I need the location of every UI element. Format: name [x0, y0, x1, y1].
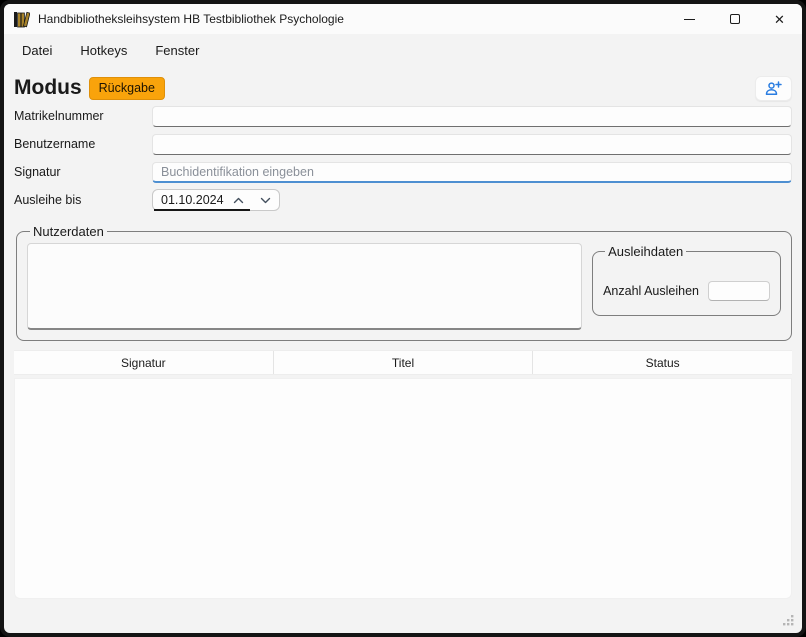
benutzername-label: Benutzername	[14, 137, 152, 151]
window-controls: ✕	[667, 4, 802, 34]
spin-down-button[interactable]	[252, 190, 279, 210]
form-row-signatur: Signatur	[14, 158, 792, 186]
maximize-button[interactable]	[712, 4, 757, 34]
nutzerdaten-content: Ausleihdaten Anzahl Ausleihen	[27, 243, 783, 330]
anzahl-row: Anzahl Ausleihen	[603, 281, 770, 301]
menu-item-fenster[interactable]: Fenster	[155, 43, 199, 58]
mode-badge[interactable]: Rückgabe	[89, 77, 165, 100]
signatur-label: Signatur	[14, 165, 152, 179]
benutzername-input[interactable]	[152, 134, 792, 155]
library-books-icon	[13, 11, 30, 28]
table-header: Signatur Titel Status	[14, 350, 792, 375]
ausleihdaten-groupbox: Ausleihdaten Anzahl Ausleihen	[592, 244, 781, 316]
main-content: Modus Rückgabe Matrikelnummer Benutzerna…	[4, 66, 802, 633]
minimize-button[interactable]	[667, 4, 712, 34]
maximize-icon	[730, 14, 740, 24]
form-row-benutzername: Benutzername	[14, 130, 792, 158]
column-header-signatur[interactable]: Signatur	[14, 351, 274, 374]
titlebar: Handbibliotheksleihsystem HB Testbibliot…	[4, 4, 802, 34]
chevron-up-icon	[233, 197, 244, 204]
nutzerdaten-groupbox: Nutzerdaten Ausleihdaten Anzahl Ausleihe…	[16, 224, 792, 341]
menu-item-datei[interactable]: Datei	[22, 43, 52, 58]
date-value[interactable]: 01.10.2024	[153, 193, 225, 207]
ausleihe-bis-date-spinner[interactable]: 01.10.2024	[152, 189, 280, 211]
form-row-ausleihe-bis: Ausleihe bis 01.10.2024	[14, 186, 792, 214]
spin-up-button[interactable]	[225, 190, 252, 210]
nutzerdaten-legend: Nutzerdaten	[30, 224, 107, 239]
nutzerdaten-textarea[interactable]	[27, 243, 582, 330]
person-add-icon	[765, 81, 782, 96]
matrikelnummer-input[interactable]	[152, 106, 792, 127]
chevron-down-icon	[260, 197, 271, 204]
form-row-matrikelnummer: Matrikelnummer	[14, 102, 792, 130]
column-header-status[interactable]: Status	[533, 351, 792, 374]
table-body	[14, 378, 792, 599]
window-title: Handbibliotheksleihsystem HB Testbibliot…	[38, 12, 344, 26]
menu-item-hotkeys[interactable]: Hotkeys	[80, 43, 127, 58]
anzahl-ausleihen-input[interactable]	[708, 281, 770, 301]
resize-grip-icon[interactable]	[781, 613, 795, 627]
matrikelnummer-label: Matrikelnummer	[14, 109, 152, 123]
minimize-icon	[684, 19, 695, 20]
ausleihdaten-legend: Ausleihdaten	[605, 244, 686, 259]
menubar: Datei Hotkeys Fenster	[4, 34, 802, 66]
column-header-titel[interactable]: Titel	[274, 351, 534, 374]
ausleihe-bis-label: Ausleihe bis	[14, 193, 152, 207]
anzahl-ausleihen-label: Anzahl Ausleihen	[603, 284, 699, 298]
signatur-input[interactable]	[152, 162, 792, 183]
mode-heading-row: Modus Rückgabe	[14, 74, 792, 102]
app-window: Handbibliotheksleihsystem HB Testbibliot…	[0, 0, 806, 637]
add-user-button[interactable]	[755, 76, 792, 101]
close-icon: ✕	[774, 13, 785, 26]
close-button[interactable]: ✕	[757, 4, 802, 34]
page-title: Modus	[14, 76, 82, 100]
